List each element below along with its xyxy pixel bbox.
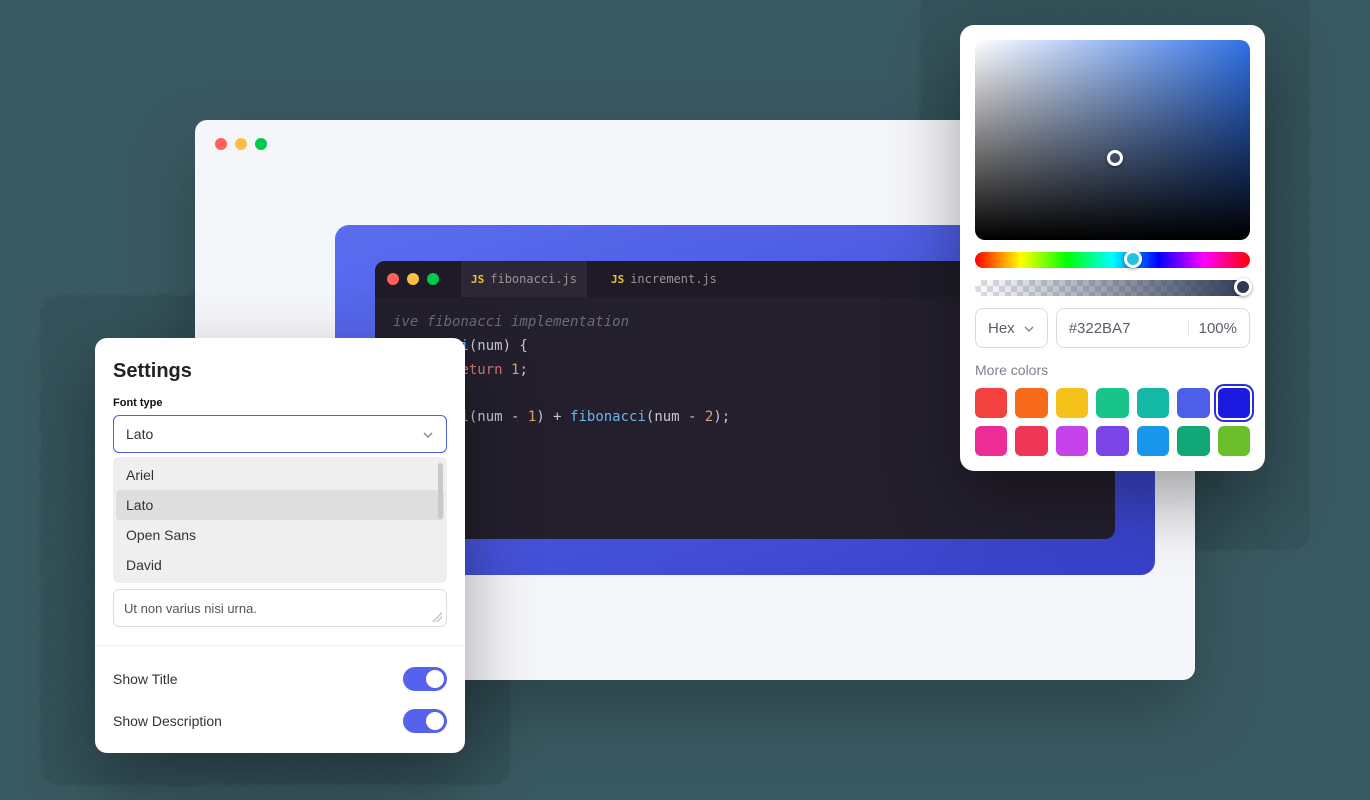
close-icon[interactable] [215,138,227,150]
settings-panel: Settings Font type Lato Ariel Lato Open … [95,338,465,753]
description-textarea[interactable]: Ut non varius nisi urna. [113,589,447,627]
show-title-toggle[interactable] [403,667,447,691]
show-description-toggle[interactable] [403,709,447,733]
font-option-david[interactable]: David [116,550,444,580]
minimize-icon[interactable] [235,138,247,150]
tab-label: increment.js [630,272,717,286]
color-swatch-2[interactable] [1056,388,1088,418]
alpha-thumb[interactable] [1234,278,1252,296]
code-text [503,362,511,378]
font-option-ariel[interactable]: Ariel [116,460,444,490]
close-icon[interactable] [387,273,399,285]
color-swatch-0[interactable] [975,388,1007,418]
chevron-down-icon [422,428,434,440]
scrollbar-thumb[interactable] [438,463,443,519]
tab-increment[interactable]: JS increment.js [601,261,727,297]
font-option-open-sans[interactable]: Open Sans [116,520,444,550]
color-swatch-7[interactable] [975,426,1007,456]
color-swatch-1[interactable] [1015,388,1047,418]
code-fn: fibonacci [570,409,646,425]
color-swatch-3[interactable] [1096,388,1128,418]
textarea-value: Ut non varius nisi urna. [124,601,257,616]
font-type-select[interactable]: Lato [113,415,447,453]
color-format-select[interactable]: Hex [975,308,1048,348]
code-text: (num - [646,409,705,425]
color-swatch-13[interactable] [1218,426,1250,456]
color-swatch-8[interactable] [1015,426,1047,456]
color-swatch-9[interactable] [1056,426,1088,456]
code-text: ); [713,409,730,425]
hue-slider[interactable] [975,252,1250,268]
hue-thumb[interactable] [1124,250,1142,268]
hex-input[interactable]: #322BA7 100% [1056,308,1250,348]
font-type-value: Lato [126,426,153,442]
divider [95,645,465,646]
color-cursor[interactable] [1107,150,1123,166]
more-colors-label: More colors [975,362,1250,378]
code-text: ; [519,362,527,378]
hex-value: #322BA7 [1069,320,1188,337]
show-title-row: Show Title [113,658,447,700]
settings-title: Settings [113,360,447,383]
js-file-icon: JS [611,273,624,286]
color-swatch-12[interactable] [1177,426,1209,456]
show-description-row: Show Description [113,700,447,742]
code-text: (num) { [469,338,528,354]
minimize-icon[interactable] [407,273,419,285]
color-format-value: Hex [988,320,1015,337]
code-comment: ive fibonacci implementation [393,314,629,330]
code-text: ) + [536,409,570,425]
saturation-brightness-area[interactable] [975,40,1250,240]
color-swatches [975,388,1250,456]
color-picker-panel: Hex #322BA7 100% More colors [960,25,1265,471]
editor-traffic-lights [387,273,447,285]
maximize-icon[interactable] [427,273,439,285]
alpha-slider[interactable] [975,280,1250,296]
code-text: (num - [469,409,528,425]
color-swatch-6[interactable] [1218,388,1250,418]
font-type-dropdown: Ariel Lato Open Sans David [113,457,447,583]
color-swatch-4[interactable] [1137,388,1169,418]
show-title-label: Show Title [113,671,178,687]
color-swatch-5[interactable] [1177,388,1209,418]
opacity-value: 100% [1188,320,1237,337]
chevron-down-icon [1023,322,1035,334]
tab-label: fibonacci.js [490,272,577,286]
tab-fibonacci[interactable]: JS fibonacci.js [461,261,587,297]
js-file-icon: JS [471,273,484,286]
color-swatch-11[interactable] [1137,426,1169,456]
resize-grip-icon[interactable] [432,612,442,622]
show-description-label: Show Description [113,713,222,729]
color-swatch-10[interactable] [1096,426,1128,456]
font-type-label: Font type [113,397,447,409]
maximize-icon[interactable] [255,138,267,150]
color-inputs: Hex #322BA7 100% [975,308,1250,348]
font-option-lato[interactable]: Lato [116,490,444,520]
